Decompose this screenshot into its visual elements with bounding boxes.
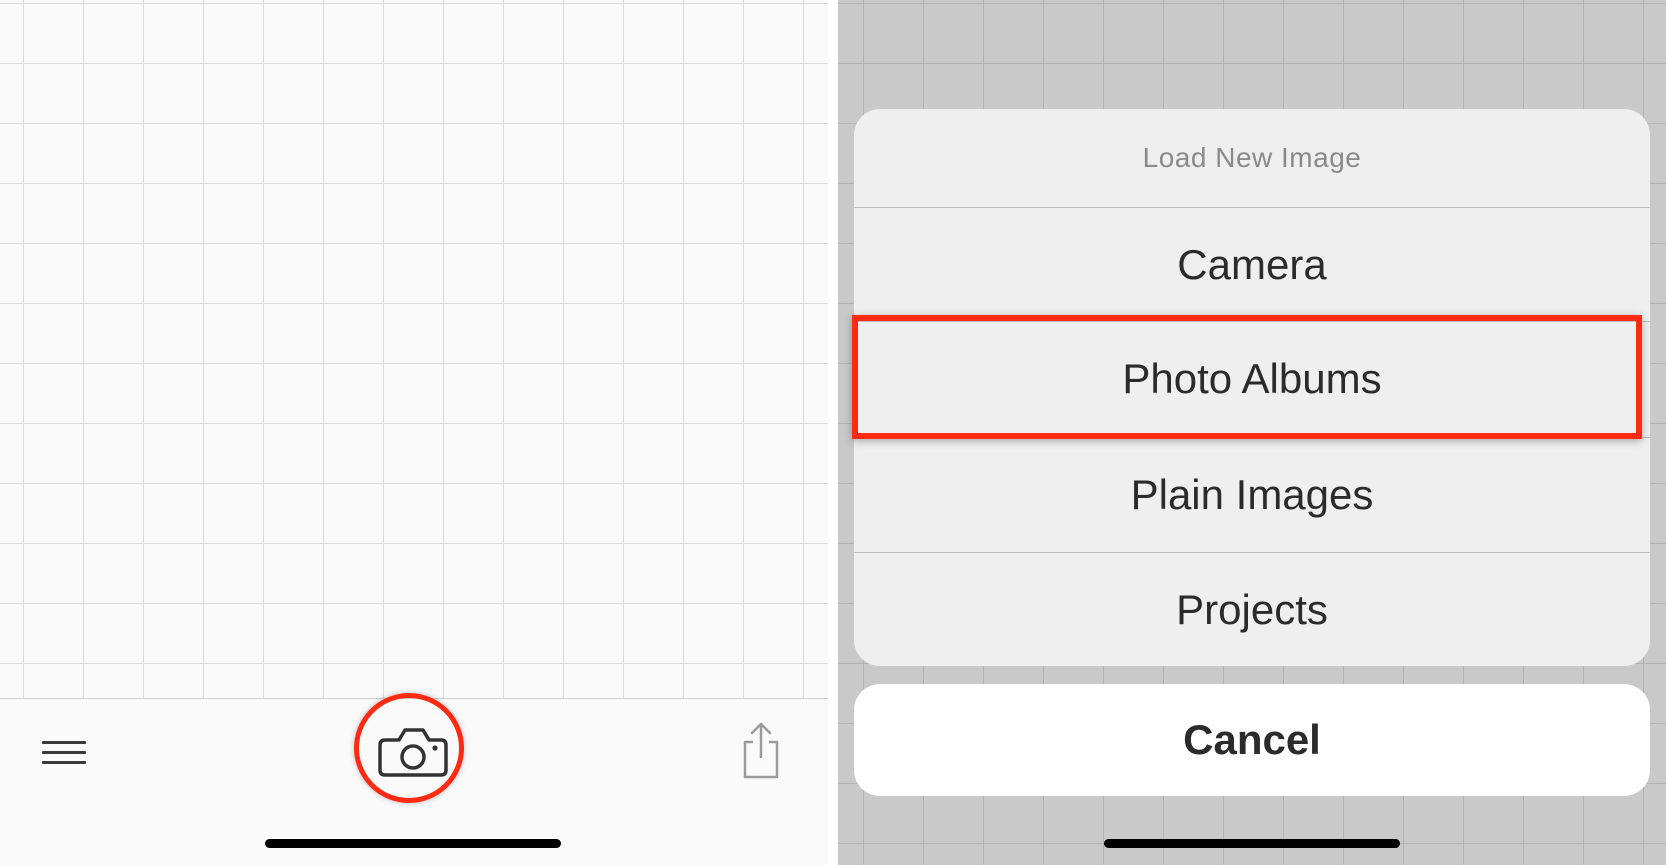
share-icon [743, 722, 779, 779]
left-screen [0, 0, 828, 865]
action-sheet-title: Load New Image [1142, 142, 1362, 173]
right-screen: Load New Image Camera Photo Albums Plain… [838, 0, 1666, 865]
hamburger-menu-icon[interactable] [42, 741, 86, 765]
option-projects[interactable]: Projects [854, 552, 1650, 666]
home-indicator [265, 839, 561, 848]
camera-highlight-circle [354, 693, 464, 803]
option-plain-images[interactable]: Plain Images [854, 437, 1650, 551]
option-camera[interactable]: Camera [854, 207, 1650, 321]
screen-divider [828, 0, 838, 865]
photo-albums-highlight-box [852, 315, 1642, 439]
share-button[interactable] [736, 720, 786, 780]
home-indicator [1104, 839, 1400, 848]
cancel-button[interactable]: Cancel [854, 684, 1650, 796]
